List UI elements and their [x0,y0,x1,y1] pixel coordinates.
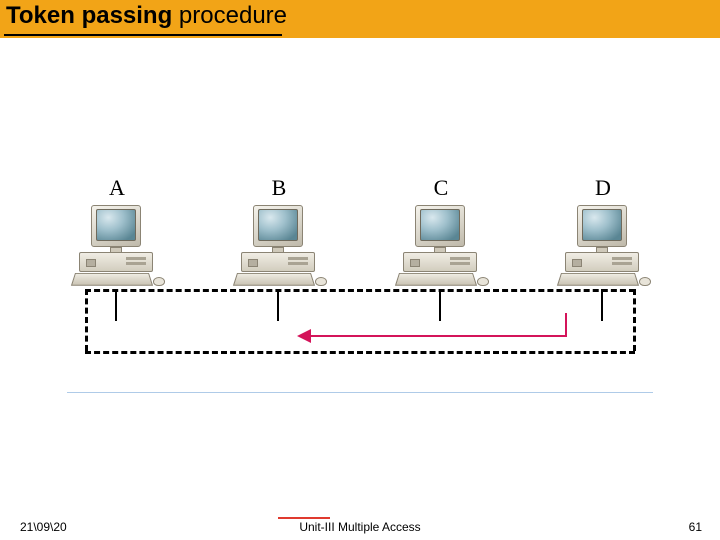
computer-icon [67,205,167,295]
slide-root: Token passing procedure A B [0,0,720,540]
token-arrow-head-icon [297,329,311,343]
ring-segment-right [633,289,636,351]
title-bold: Token passing [6,2,172,29]
token-arrow-origin [565,313,567,337]
ring-segment-top [85,289,635,292]
footer-page-number: 61 [689,520,702,534]
computer-icon [229,205,329,295]
station-c: C [391,175,491,295]
station-d-label: D [553,175,653,201]
station-d: D [553,175,653,295]
station-a-label: A [67,175,167,201]
diagram-baseline [67,392,653,393]
title-underline [4,34,282,36]
slide-title: Token passing procedure [6,2,287,30]
footer-accent-bar [278,517,330,519]
station-b-label: B [229,175,329,201]
title-regular: procedure [172,2,287,29]
station-b: B [229,175,329,295]
ring-segment-bottom [85,351,635,354]
token-ring-diagram: A B [67,175,653,385]
title-bar: Token passing procedure [0,0,720,38]
computer-icon [553,205,653,295]
ring-segment-left [85,289,88,351]
token-arrow-line [307,335,567,337]
computer-icon [391,205,491,295]
footer-center-text: Unit-III Multiple Access [0,520,720,534]
slide-footer: 21\09\20 Unit-III Multiple Access 61 [0,514,720,540]
station-c-label: C [391,175,491,201]
station-a: A [67,175,167,295]
